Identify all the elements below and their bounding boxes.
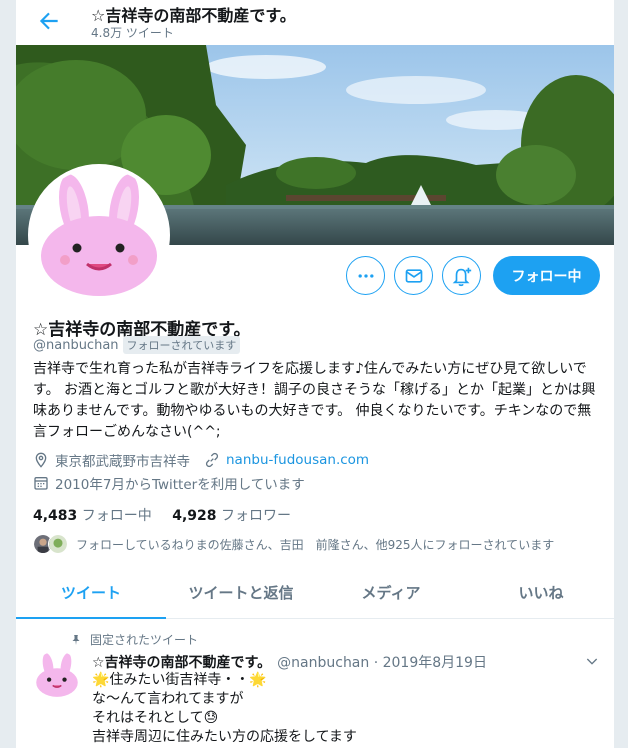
following-label[interactable]: フォロー中 bbox=[82, 508, 152, 524]
tweet-line: な〜んて言われてますが bbox=[92, 691, 244, 707]
profile-bio: 吉祥寺で生れ育った私が吉祥寺ライフを応援します♪住んでみたい方にぜひ見て欲しいで… bbox=[33, 361, 596, 440]
followers-label[interactable]: フォロワー bbox=[221, 508, 291, 524]
tweet-line: 吉祥寺周辺に住みたい方の応援をしてます bbox=[92, 729, 357, 745]
profile-column: ☆吉祥寺の南部不動産です。 4.8万 ツイート フォロー中 ☆吉祥寺の南部不動産… bbox=[15, 0, 615, 748]
followed-by-text: フォローしているねりまの佐藤さん、吉田 前隆さん、他925人にフォローされていま… bbox=[76, 537, 555, 552]
tab-likes[interactable]: いいね bbox=[466, 566, 614, 618]
message-button[interactable] bbox=[394, 256, 433, 295]
tweet-author-name[interactable]: ☆吉祥寺の南部不動産です。 bbox=[92, 655, 271, 671]
profile-handle: @nanbuchan bbox=[33, 338, 119, 353]
handle-row: @nanbuchan フォローされています bbox=[33, 336, 241, 354]
rabbit-avatar-image bbox=[32, 168, 166, 302]
link-icon bbox=[205, 452, 219, 468]
top-bar: ☆吉祥寺の南部不動産です。 4.8万 ツイート bbox=[16, 0, 614, 45]
notify-button[interactable] bbox=[442, 256, 481, 295]
tweet-count: 4.8万 ツイート bbox=[91, 26, 174, 40]
tweet-line: それはそれとして😓 bbox=[92, 710, 219, 726]
pinned-label: 固定されたツイート bbox=[90, 633, 199, 647]
tweet-line: 🌟住みたい街吉祥寺・・🌟 bbox=[92, 672, 267, 688]
envelope-icon bbox=[405, 268, 422, 283]
profile-tabs: ツイート ツイートと返信 メディア いいね bbox=[16, 566, 614, 619]
followers-count[interactable]: 4,928 bbox=[172, 508, 216, 524]
profile-avatar[interactable] bbox=[28, 164, 170, 306]
tweet-body: 🌟住みたい街吉祥寺・・🌟 な〜んて言われてますが それはそれとして😓 吉祥寺周辺… bbox=[92, 671, 357, 747]
follower-avatar-2 bbox=[48, 534, 68, 554]
more-icon bbox=[358, 273, 373, 278]
chevron-down-icon[interactable] bbox=[584, 653, 600, 669]
followed-by-row[interactable]: フォローしているねりまの佐藤さん、吉田 前隆さん、他925人にフォローされていま… bbox=[33, 533, 554, 555]
following-button[interactable]: フォロー中 bbox=[493, 256, 600, 295]
page-title: ☆吉祥寺の南部不動産です。 bbox=[91, 6, 296, 25]
joined-row: 2010年7月からTwitterを利用しています bbox=[33, 473, 305, 493]
back-arrow-icon[interactable] bbox=[36, 8, 62, 34]
more-button[interactable] bbox=[346, 256, 385, 295]
tweet-handle-date[interactable]: @nanbuchan · 2019年8月19日 bbox=[277, 655, 487, 671]
calendar-icon bbox=[34, 477, 48, 490]
location-website-row: 東京都武蔵野市吉祥寺 nanbu-fudousan.com bbox=[33, 450, 369, 470]
tweet-header: ☆吉祥寺の南部不動産です。 @nanbuchan · 2019年8月19日 bbox=[92, 652, 487, 672]
joined-date: 2010年7月からTwitterを利用しています bbox=[55, 477, 305, 493]
follow-stats: 4,483 フォロー中 4,928 フォロワー bbox=[33, 505, 307, 525]
profile-location: 東京都武蔵野市吉祥寺 bbox=[55, 454, 190, 470]
profile-website-link[interactable]: nanbu-fudousan.com bbox=[226, 452, 369, 468]
tab-media[interactable]: メディア bbox=[316, 566, 466, 618]
tab-tweets[interactable]: ツイート bbox=[16, 566, 166, 619]
tab-tweets-and-replies[interactable]: ツイートと返信 bbox=[166, 566, 316, 618]
following-count[interactable]: 4,483 bbox=[33, 508, 77, 524]
tweet-avatar[interactable] bbox=[33, 651, 81, 699]
bell-plus-icon bbox=[452, 267, 471, 286]
pin-icon bbox=[72, 634, 80, 645]
pinned-indicator: 固定されたツイート bbox=[70, 631, 198, 648]
location-pin-icon bbox=[35, 452, 47, 468]
follows-you-badge: フォローされています bbox=[122, 336, 241, 354]
rabbit-avatar-small bbox=[33, 651, 81, 699]
